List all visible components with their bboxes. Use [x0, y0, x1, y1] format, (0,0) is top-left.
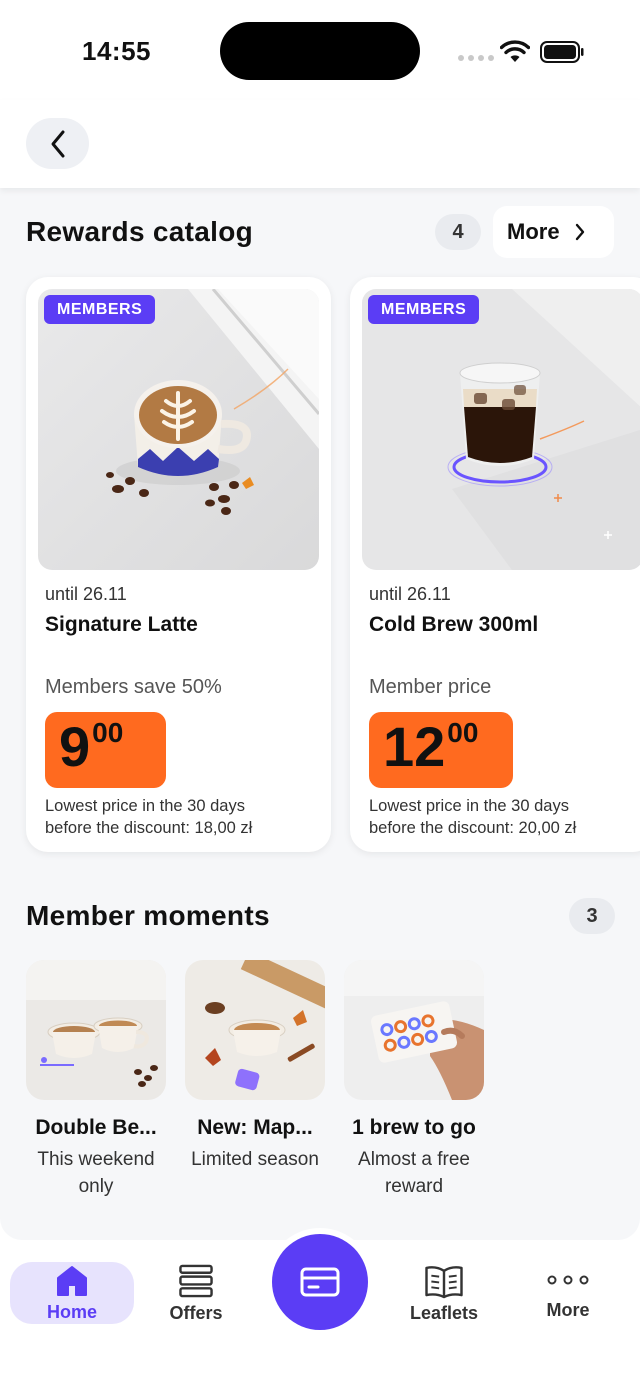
- reward-product-name: Signature Latte: [45, 613, 198, 636]
- moments-section-title: Member moments: [26, 900, 270, 931]
- loyalty-card-button[interactable]: [272, 1234, 368, 1330]
- moment-card-double[interactable]: Double Be... This weekend only: [26, 960, 166, 1200]
- chevron-right-icon: [575, 223, 584, 241]
- offers-stack-icon: [179, 1264, 213, 1298]
- tab-more[interactable]: More: [534, 1262, 602, 1324]
- members-badge: MEMBERS: [368, 295, 480, 324]
- latte-cup-illustration: [38, 289, 319, 570]
- card-icon: [300, 1267, 340, 1297]
- home-icon: [57, 1266, 87, 1296]
- stamp-card-image: [344, 960, 484, 1100]
- moment-title: 1 brew to go: [352, 1116, 476, 1139]
- price-integer: 12: [383, 715, 446, 778]
- moments-count-badge: 3: [569, 898, 615, 934]
- moment-card-brew-to-go[interactable]: 1 brew to go Almost a free reward: [344, 960, 484, 1200]
- moment-subtitle: Limited season: [191, 1149, 319, 1170]
- rewards-count-badge: 4: [435, 214, 481, 250]
- price-decimal: 00: [92, 717, 124, 748]
- price-decimal: 00: [447, 717, 479, 748]
- reward-promo-text: Member price: [369, 676, 492, 698]
- bottom-tab-bar: Home Offers Leaflets More: [0, 1234, 640, 1391]
- reward-promo-text: Members save 50%: [45, 676, 222, 698]
- lowest-price-line-1: Lowest price in the 30 days: [369, 797, 569, 815]
- signature-latte-image: MEMBERS: [38, 289, 319, 570]
- double-brew-image: [26, 960, 166, 1100]
- cold-brew-image: MEMBERS: [362, 289, 640, 570]
- rewards-more-button[interactable]: More: [493, 206, 614, 258]
- reward-until-date: until 26.11: [369, 584, 451, 604]
- price-tag: 12 00: [369, 712, 513, 788]
- lowest-price-line-2: before the discount: 20,00 zł: [369, 819, 577, 837]
- moment-subtitle: Almost a free reward: [358, 1149, 470, 1197]
- back-button[interactable]: [26, 118, 89, 169]
- status-bar: 14:55: [0, 0, 640, 100]
- price-integer: 9: [59, 715, 91, 778]
- tab-offers[interactable]: Offers: [158, 1262, 234, 1324]
- moment-title: Double Be...: [35, 1116, 157, 1139]
- wifi-icon: [500, 40, 530, 62]
- more-button-label: More: [507, 219, 560, 244]
- tab-more-label: More: [546, 1300, 590, 1320]
- moment-subtitle: This weekend only: [37, 1149, 155, 1197]
- tab-home[interactable]: Home: [10, 1262, 134, 1324]
- lowest-price-line-1: Lowest price in the 30 days: [45, 797, 245, 815]
- tab-home-label: Home: [46, 1302, 97, 1322]
- top-nav-bar: [0, 100, 640, 188]
- more-dots-icon: [547, 1275, 589, 1285]
- price-tag: 9 00: [45, 712, 166, 788]
- reward-until-date: until 26.11: [45, 584, 127, 604]
- lowest-price-note: Lowest price in the 30 days before the d…: [369, 795, 629, 839]
- battery-icon: [540, 41, 584, 63]
- tab-leaflets[interactable]: Leaflets: [404, 1262, 484, 1324]
- reward-card-signature-latte[interactable]: MEMBERS until 26.11 Signature Latte Memb…: [26, 277, 331, 852]
- lowest-price-note: Lowest price in the 30 days before the d…: [45, 795, 305, 839]
- lowest-price-line-2: before the discount: 18,00 zł: [45, 819, 253, 837]
- main-content: Rewards catalog 4 More MEMBERS until 26.…: [0, 188, 640, 1240]
- chevron-left-icon: [51, 130, 64, 157]
- moment-title: New: Map...: [197, 1116, 313, 1139]
- tab-leaflets-label: Leaflets: [409, 1303, 479, 1323]
- dynamic-island: [220, 22, 420, 80]
- reward-card-cold-brew[interactable]: MEMBERS until 26.11 Cold Brew 300ml Memb…: [350, 277, 640, 852]
- rewards-section-title: Rewards catalog: [26, 216, 254, 247]
- cellular-signal-icon: [458, 55, 494, 61]
- leaflet-book-icon: [425, 1266, 463, 1299]
- moment-card-maple[interactable]: New: Map... Limited season: [185, 960, 325, 1173]
- members-badge: MEMBERS: [44, 295, 156, 324]
- tab-offers-label: Offers: [169, 1303, 223, 1323]
- cold-brew-glass-illustration: [362, 289, 640, 570]
- status-time: 14:55: [82, 36, 151, 66]
- reward-product-name: Cold Brew 300ml: [369, 613, 539, 636]
- maple-latte-image: [185, 960, 325, 1100]
